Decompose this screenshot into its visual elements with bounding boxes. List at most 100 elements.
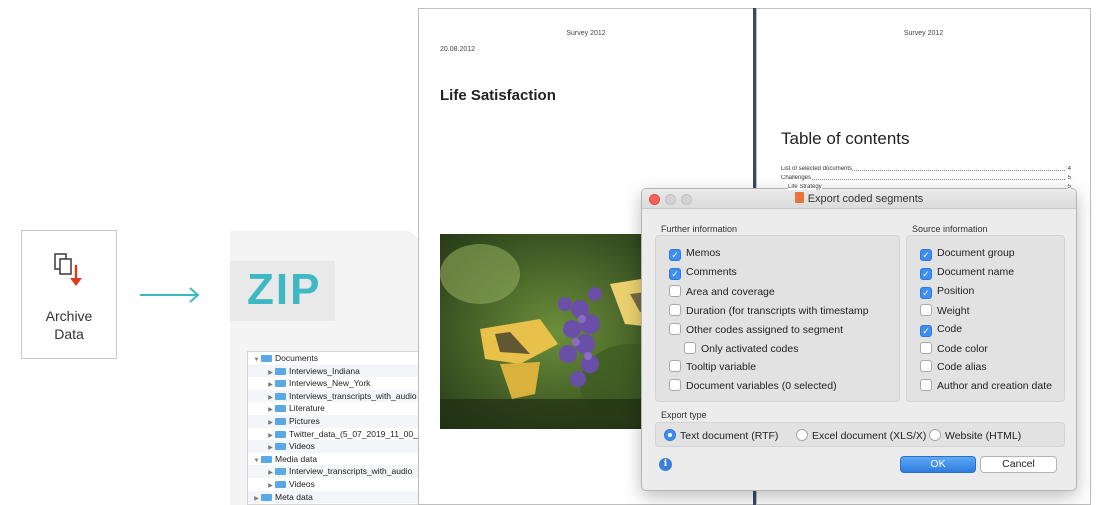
ok-button[interactable]: OK (900, 456, 976, 473)
archive-icon (54, 253, 82, 286)
export-type-label: Website (HTML) (945, 430, 1022, 442)
checkbox-unchecked[interactable] (920, 341, 932, 354)
checkbox-label: Other codes assigned to segment (686, 323, 844, 336)
page-header: Survey 2012 (566, 30, 606, 37)
info-icon[interactable]: i (659, 458, 672, 471)
checkbox-unchecked[interactable] (920, 379, 932, 392)
checkbox-unchecked[interactable] (669, 303, 681, 316)
checkbox-label: Code (937, 322, 963, 335)
tree-row-label: Interview_transcripts_with_audio (289, 466, 413, 477)
radio-unselected[interactable] (796, 429, 808, 441)
folder-icon (275, 417, 286, 425)
checkbox-checked[interactable]: ✓ (669, 267, 681, 280)
export-coded-segments-dialog: Export coded segments Further informatio… (641, 188, 1077, 491)
checkbox-row[interactable]: ✓ Document name (920, 266, 1014, 280)
dialog-title: Export coded segments (642, 192, 1076, 205)
folder-icon (275, 405, 286, 413)
checkbox-row[interactable]: Only activated codes (684, 341, 799, 356)
checkbox-label: Only activated codes (701, 342, 799, 355)
checkbox-checked[interactable]: ✓ (920, 286, 932, 299)
checkbox-row[interactable]: ✓ Position (920, 285, 974, 299)
folder-icon (261, 493, 272, 501)
butterfly-photo (440, 234, 672, 429)
disclosure-collapsed-icon[interactable]: ▶ (252, 493, 261, 504)
export-type-label: Text document (RTF) (680, 430, 779, 442)
folder-icon (275, 380, 286, 388)
tree-row-label: Literature (289, 403, 325, 414)
dialog-titlebar: Export coded segments (642, 189, 1076, 209)
tree-row-label: Interviews_Indiana (289, 365, 360, 376)
checkbox-row[interactable]: Other codes assigned to segment (669, 322, 844, 337)
source-information-label: Source information (912, 224, 988, 234)
further-information-label: Further information (661, 224, 738, 234)
export-type-option[interactable]: Text document (RTF) (664, 429, 778, 443)
checkbox-label: Author and creation date (937, 380, 1052, 393)
export-type-label: Excel document (XLS/X) (812, 430, 927, 442)
checkbox-label: Tooltip variable (686, 361, 757, 374)
checkbox-row[interactable]: ✓ Document group (920, 247, 1015, 261)
checkbox-row[interactable]: Duration (for transcripts with timestamp (669, 303, 869, 318)
tree-row-label: Media data (275, 453, 318, 464)
toc-entry-page: 4 (1067, 166, 1071, 172)
export-type-group: Text document (RTF) Excel document (XLS/X… (655, 422, 1065, 447)
checkbox-row[interactable]: ✓ Comments (669, 266, 737, 280)
folder-icon (275, 430, 286, 438)
tree-row-label: Interviews_transcripts_with_audio (289, 390, 417, 401)
page-header: Survey 2012 (903, 30, 944, 37)
export-icon (794, 192, 804, 203)
archive-data-button[interactable]: Archive Data (21, 230, 117, 359)
cancel-button[interactable]: Cancel (980, 456, 1057, 473)
checkbox-unchecked[interactable] (669, 322, 681, 335)
arrow-right-icon (140, 287, 200, 303)
folder-icon (261, 455, 272, 463)
checkbox-row[interactable]: Author and creation date (920, 379, 1052, 393)
tree-row-label: Meta data (275, 491, 313, 502)
checkbox-label: Document name (937, 265, 1015, 278)
toc-entry-label: Challenges (781, 175, 812, 181)
checkbox-unchecked[interactable] (920, 303, 932, 316)
checkbox-row[interactable]: Weight (920, 303, 970, 318)
tree-row-label: Pictures (289, 415, 320, 426)
checkbox-unchecked[interactable] (920, 360, 932, 373)
source-information-group: ✓ Document group ✓ Document name ✓ Position We… (906, 235, 1065, 402)
radio-selected[interactable] (664, 429, 676, 441)
checkbox-unchecked[interactable] (684, 341, 696, 354)
export-type-option[interactable]: Website (HTML) (929, 429, 1021, 443)
checkbox-row[interactable]: Code alias (920, 360, 987, 374)
checkbox-label: Document group (937, 247, 1015, 259)
toc-entry-label: Life Strategy (788, 184, 822, 190)
checkbox-checked[interactable]: ✓ (669, 249, 681, 261)
checkbox-unchecked[interactable] (669, 379, 681, 392)
checkbox-checked[interactable]: ✓ (920, 324, 932, 337)
checkbox-row[interactable]: Document variables (0 selected) (669, 379, 837, 393)
radio-unselected[interactable] (929, 429, 941, 441)
checkbox-row[interactable]: Area and coverage (669, 284, 775, 299)
checkbox-row[interactable]: ✓ Code (920, 323, 962, 337)
folder-icon (275, 443, 286, 451)
toc-entry: List of selected documents 4 (781, 166, 1071, 172)
checkbox-label: Code color (937, 342, 988, 355)
toc-entry-page: 5 (1067, 184, 1071, 190)
folder-icon (275, 367, 286, 375)
folder-icon (275, 468, 286, 476)
checkbox-checked[interactable]: ✓ (920, 267, 932, 280)
checkbox-row[interactable]: Code color (920, 341, 988, 356)
further-information-group: ✓ Memos ✓ Comments Area and coverage Duration… (655, 235, 904, 442)
folder-icon (261, 355, 272, 362)
checkbox-checked[interactable]: ✓ (920, 249, 932, 261)
checkbox-label: Code alias (937, 361, 987, 374)
tree-row-label: Videos (289, 441, 315, 452)
folder-icon (275, 392, 286, 400)
checkbox-unchecked[interactable] (669, 360, 681, 373)
checkbox-label: Position (937, 284, 975, 297)
archive-label-line1: Archive (45, 308, 93, 324)
checkbox-label: Area and coverage (686, 285, 775, 298)
checkbox-unchecked[interactable] (669, 284, 681, 297)
checkbox-row[interactable]: ✓ Memos (669, 247, 720, 261)
export-type-option[interactable]: Excel document (XLS/X) (796, 429, 926, 443)
toc-entry-label: List of selected documents (781, 166, 853, 172)
checkbox-row[interactable]: Tooltip variable (669, 360, 756, 374)
checkbox-label: Document variables (0 selected) (686, 380, 837, 393)
checkbox-label: Memos (686, 247, 721, 259)
page-title: Life Satisfaction (440, 87, 556, 104)
